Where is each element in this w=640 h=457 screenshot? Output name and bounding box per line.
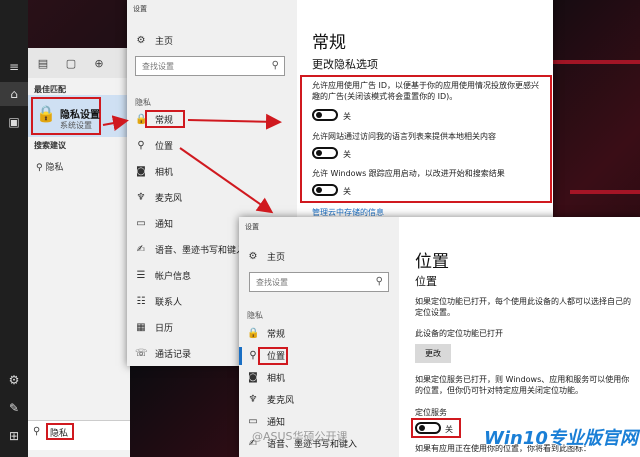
site-url: win10zyb.com: [515, 409, 596, 420]
site-brand: Win10专业版官网: [484, 428, 638, 449]
weibo-watermark: @ASUS华硕公开课: [252, 430, 348, 443]
arrow-to-location: [179, 147, 274, 214]
arrow-to-options: [187, 113, 282, 130]
annotation-arrows: [102, 113, 282, 214]
arrow-to-general: [102, 115, 129, 132]
